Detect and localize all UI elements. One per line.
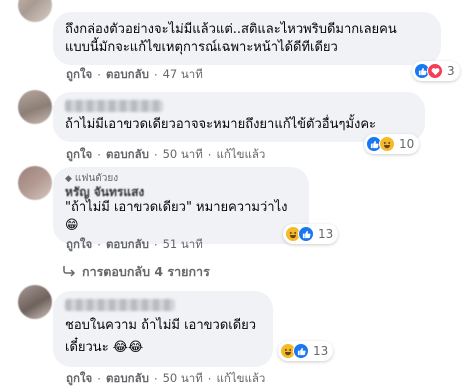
comment-actions: ถูกใจ · ตอบกลับ · 51 นาที [66,236,203,254]
reaction-count: 13 [318,227,334,241]
like-reaction-icon [293,343,309,359]
reaction-summary[interactable]: 13 [278,341,334,361]
comment-actions: ถูกใจ · ตอบกลับ · 47 นาที [66,66,203,84]
like-reaction-icon [298,226,314,242]
comment-bubble: ◆ แฟนตัวยง หรัญ จันทรแสง "ถ้าไม่มี เอาขว… [53,167,309,244]
comment-text: "ถ้าไม่มี เอาขวดเดียว" หมายความว่าไง 😁 [65,200,288,233]
separator-dot: · [207,372,212,386]
avatar[interactable] [18,0,52,22]
comment-bubble: ชอบในความ ถ้าไม่มี เอาขวดเดียว เดี๋ยวนะ … [53,291,273,367]
reply-link[interactable]: ตอบกลับ [106,146,149,164]
comment-actions: ถูกใจ · ตอบกลับ · 50 นาที · แก้ไขแล้ว [66,370,265,388]
separator-dot: · [153,68,158,82]
top-fan-badge[interactable]: ◆ แฟนตัวยง [65,172,297,185]
separator-dot: · [97,148,101,162]
author-name[interactable]: หรัญ จันทรแสง [65,185,297,199]
reply-link[interactable]: ตอบกลับ [106,236,149,254]
separator-dot: · [97,238,101,252]
timestamp[interactable]: 47 นาที [163,66,203,84]
reply-arrow-icon [62,265,76,280]
reaction-count: 10 [399,137,415,151]
haha-reaction-icon [379,136,395,152]
separator-dot: · [97,68,101,82]
separator-dot: · [153,148,158,162]
like-link[interactable]: ถูกใจ [66,236,92,254]
reaction-count: 13 [313,344,329,358]
view-replies-link[interactable]: การตอบกลับ 4 รายการ [62,262,210,282]
separator-dot: · [153,238,158,252]
timestamp[interactable]: 51 นาที [163,236,203,254]
reaction-summary[interactable]: 10 [364,134,420,154]
comment-bubble: ถึงกล่องตัวอย่างจะไม่มีแล้วแต่..สติและไห… [53,12,441,65]
comment-text: ถ้าไม่มีเอาขวดเดียวอาจจะหมายถึงยาแก้ไข้ต… [65,117,377,132]
reaction-count: 3 [447,64,455,78]
reply-link[interactable]: ตอบกลับ [106,66,149,84]
comment-text-line-2: แบบนี้มักจะแก้ไขเหตุการณ์เฉพาะหน้าได้ดีท… [65,40,338,55]
like-link[interactable]: ถูกใจ [66,370,92,388]
love-reaction-icon [427,63,443,79]
author-name-redacted[interactable] [65,100,163,112]
like-link[interactable]: ถูกใจ [66,146,92,164]
reaction-summary[interactable]: 3 [412,61,460,81]
comment-text-line-1: ถึงกล่องตัวอย่างจะไม่มีแล้วแต่..สติและไห… [65,22,397,37]
timestamp[interactable]: 50 นาที [163,370,203,388]
like-link[interactable]: ถูกใจ [66,66,92,84]
view-replies-label: การตอบกลับ 4 รายการ [82,264,210,279]
timestamp[interactable]: 50 นาที [163,146,203,164]
edited-label[interactable]: แก้ไขแล้ว [216,370,265,388]
author-name-redacted[interactable] [65,299,175,311]
avatar[interactable] [18,166,52,200]
separator-dot: · [207,148,212,162]
reaction-summary[interactable]: 13 [283,224,339,244]
reply-link[interactable]: ตอบกลับ [106,370,149,388]
edited-label[interactable]: แก้ไขแล้ว [216,146,265,164]
separator-dot: · [153,372,158,386]
avatar[interactable] [18,90,52,124]
avatar[interactable] [18,285,52,319]
comment-text-line-2: เดี๋ยวนะ 😂😂 [65,340,144,355]
comment-text-line-1: ชอบในความ ถ้าไม่มี เอาขวดเดียว [65,318,257,333]
comment-actions: ถูกใจ · ตอบกลับ · 50 นาที · แก้ไขแล้ว [66,146,265,164]
separator-dot: · [97,372,101,386]
